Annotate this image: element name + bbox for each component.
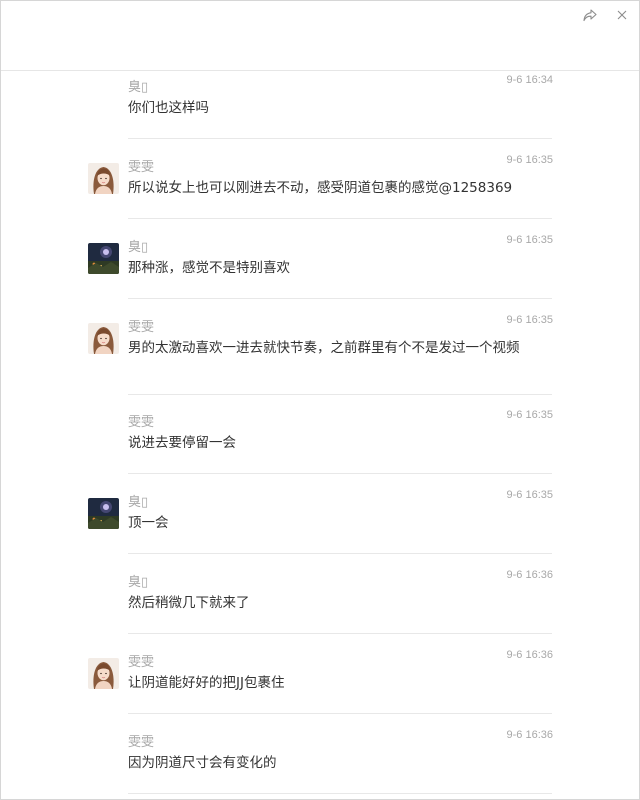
message-time: 9-6 16:35: [506, 489, 553, 501]
message-time: 9-6 16:35: [506, 409, 553, 421]
message-divider: [128, 394, 552, 395]
close-button[interactable]: [612, 5, 632, 25]
message-item: 臭▯ 9-6 16:36 然后稍微几下就来了: [1, 566, 639, 634]
message-item: 雯雯 9-6 16:36 让阴道能好好的把JJ包裹住: [1, 646, 639, 714]
chat-history-window: 臭▯ 9-6 16:34 你们也这样吗 雯雯 9-6 16:35 所以说女上也可…: [0, 0, 640, 800]
message-text: 你们也这样吗: [128, 100, 209, 116]
message-divider: [128, 633, 552, 634]
message-divider: [128, 138, 552, 139]
share-button[interactable]: [580, 5, 600, 25]
night-scene-avatar[interactable]: [88, 243, 119, 274]
share-arrow-icon: [583, 8, 597, 21]
message-time: 9-6 16:36: [506, 649, 553, 661]
message-text: 然后稍微几下就来了: [128, 595, 250, 611]
girl-avatar[interactable]: [88, 163, 119, 194]
message-item: 臭▯ 9-6 16:34 你们也这样吗: [1, 71, 639, 139]
title-bar: [1, 1, 639, 71]
message-time: 9-6 16:35: [506, 234, 553, 246]
message-sender: 雯雯: [128, 160, 155, 175]
message-item: 臭▯ 9-6 16:35 顶一会: [1, 486, 639, 554]
message-time: 9-6 16:35: [506, 154, 553, 166]
message-sender: 臭▯: [128, 240, 149, 255]
message-item: 雯雯 9-6 16:35 说进去要停留一会: [1, 406, 639, 474]
girl-avatar[interactable]: [88, 658, 119, 689]
message-divider: [128, 793, 552, 794]
message-item: 臭▯ 9-6 16:35 那种涨，感觉不是特别喜欢: [1, 231, 639, 299]
message-text: 顶一会: [128, 515, 169, 531]
message-divider: [128, 218, 552, 219]
night-scene-avatar[interactable]: [88, 498, 119, 529]
message-text: 男的太激动喜欢一进去就快节奏，之前群里有个不是发过一个视频: [128, 340, 520, 356]
message-time: 9-6 16:34: [506, 74, 553, 86]
message-divider: [128, 553, 552, 554]
message-sender: 臭▯: [128, 575, 149, 590]
message-text: 让阴道能好好的把JJ包裹住: [128, 675, 285, 691]
message-item: 雯雯 9-6 16:35 所以说女上也可以刚进去不动，感受阴道包裹的感觉@125…: [1, 151, 639, 219]
message-text: 说进去要停留一会: [128, 435, 236, 451]
message-sender: 臭▯: [128, 80, 149, 95]
message-divider: [128, 473, 552, 474]
message-sender: 雯雯: [128, 415, 155, 430]
message-sender: 雯雯: [128, 320, 155, 335]
message-text: 所以说女上也可以刚进去不动，感受阴道包裹的感觉@1258369: [128, 180, 513, 196]
message-divider: [128, 713, 552, 714]
message-time: 9-6 16:36: [506, 729, 553, 741]
message-time: 9-6 16:36: [506, 569, 553, 581]
message-item: 雯雯 9-6 16:35 男的太激动喜欢一进去就快节奏，之前群里有个不是发过一个…: [1, 311, 639, 395]
message-sender: 臭▯: [128, 495, 149, 510]
message-text: 那种涨，感觉不是特别喜欢: [128, 260, 290, 276]
girl-avatar[interactable]: [88, 323, 119, 354]
message-divider: [128, 298, 552, 299]
message-time: 9-6 16:35: [506, 314, 553, 326]
message-list[interactable]: 臭▯ 9-6 16:34 你们也这样吗 雯雯 9-6 16:35 所以说女上也可…: [1, 71, 639, 799]
message-sender: 雯雯: [128, 655, 155, 670]
message-text: 因为阴道尺寸会有变化的: [128, 755, 277, 771]
message-item: 雯雯 9-6 16:36 因为阴道尺寸会有变化的: [1, 726, 639, 794]
message-sender: 雯雯: [128, 735, 155, 750]
close-icon: [617, 10, 627, 20]
